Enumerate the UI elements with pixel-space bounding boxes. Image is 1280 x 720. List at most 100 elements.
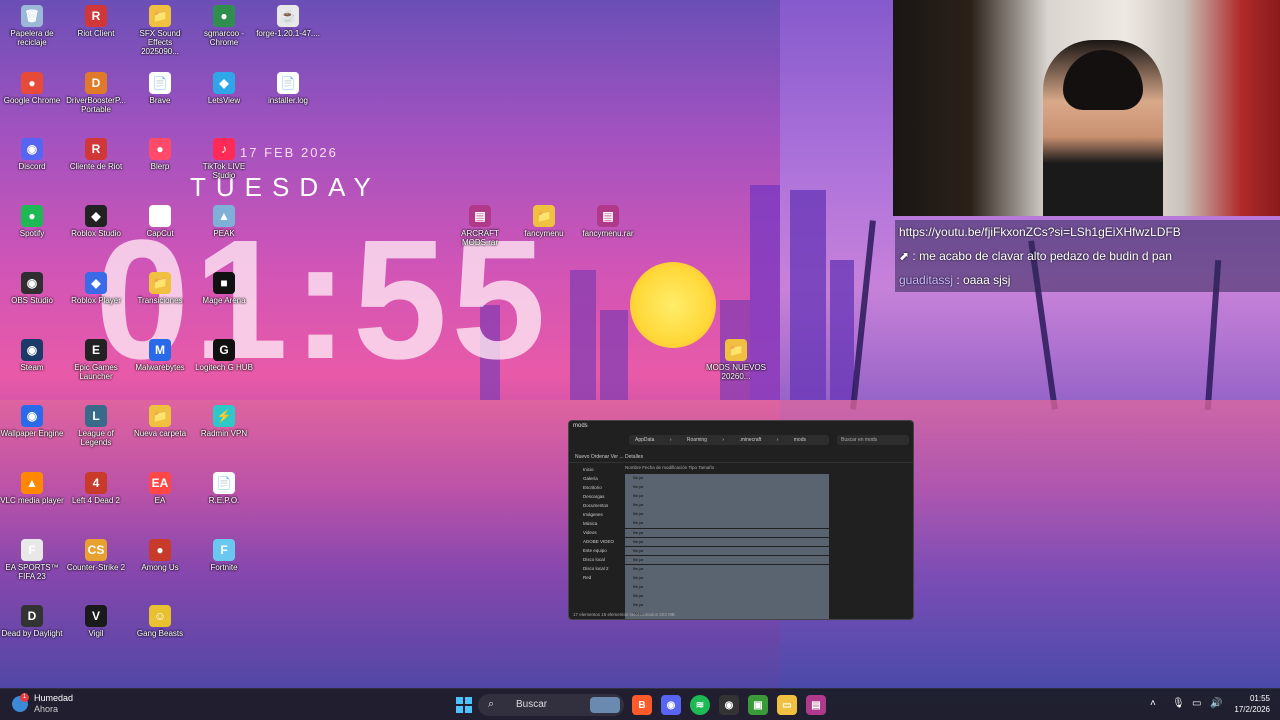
desktop-icon[interactable]: ☺ Gang Beasts <box>128 605 192 638</box>
desktop-icon[interactable]: ● Among Us <box>128 538 192 572</box>
brave-icon[interactable]: B <box>632 695 652 715</box>
nav-item[interactable]: Documentos <box>573 501 621 510</box>
file-row[interactable]: file.jar <box>625 510 829 519</box>
desktop-icon[interactable]: ◆ Roblox Player <box>64 271 128 305</box>
file-row[interactable]: file.jar <box>625 492 829 501</box>
file-row[interactable]: file.jar <box>625 592 829 601</box>
desktop-icon[interactable]: ☕ forge-1.20.1-47.... <box>256 5 320 38</box>
desktop-icon[interactable]: E Epic Games Launcher <box>64 338 128 381</box>
desktop-icon[interactable]: 📄 Brave <box>128 71 192 105</box>
app-icon: ▲ <box>213 205 235 228</box>
desktop-icon[interactable]: ▤ fancymenu.rar <box>576 205 640 238</box>
file-explorer-taskbar-icon[interactable]: ▭ <box>777 695 797 715</box>
chevron-up-icon[interactable]: ˄ <box>1150 698 1156 709</box>
desktop-icon[interactable]: 📄 R.E.P.O. <box>192 471 256 505</box>
nav-item[interactable]: Descargas <box>573 492 621 501</box>
desktop-icon[interactable]: V Vigil <box>64 605 128 638</box>
desktop-icon[interactable]: D DriverBoosterP... Portable <box>64 71 128 114</box>
desktop-icon[interactable]: F EA SPORTS™ FIFA 23 <box>0 538 64 581</box>
start-button[interactable] <box>454 695 474 715</box>
spotify-taskbar-icon[interactable]: ≋ <box>690 695 710 715</box>
file-row[interactable]: file.jar <box>625 601 829 610</box>
weather-widget[interactable]: 1 Humedad Ahora <box>12 693 73 715</box>
desktop-icon[interactable]: 4 Left 4 Dead 2 <box>64 471 128 505</box>
desktop-icon[interactable]: 📄 installer.log <box>256 71 320 105</box>
minecraft-taskbar-icon[interactable]: ▣ <box>748 695 768 715</box>
obs-taskbar-icon[interactable]: ◉ <box>719 695 739 715</box>
search-input[interactable]: Buscar en mods <box>837 435 909 445</box>
desktop-icon[interactable]: R Riot Client <box>64 5 128 38</box>
system-clock[interactable]: 01:55 17/2/2026 <box>1234 693 1270 715</box>
taskbar-search[interactable]: ⌕ Buscar <box>478 694 624 716</box>
navigation-pane[interactable]: Inicio Galería Escritorio Descargas Document… <box>573 465 621 611</box>
nav-item[interactable]: Música <box>573 519 621 528</box>
desktop-icon[interactable]: ◆ Roblox Studio <box>64 205 128 238</box>
desktop-icon[interactable]: ▲ VLC media player <box>0 471 64 505</box>
taskbar-search-label: Buscar <box>516 699 548 710</box>
column-headers[interactable]: Nombre Fecha de modificación Tipo Tamaño <box>625 465 825 473</box>
nav-item[interactable]: Videos <box>573 528 621 537</box>
file-row[interactable]: file.jar <box>625 537 829 547</box>
desktop-icon[interactable]: 📁 Nueva carpeta <box>128 405 192 438</box>
desktop-icon[interactable]: 📁 fancymenu <box>512 205 576 238</box>
desktop-icon[interactable]: ◉ Discord <box>0 138 64 171</box>
nav-item[interactable]: Disco local <box>573 555 621 564</box>
file-row[interactable]: file.jar <box>625 546 829 556</box>
nav-item[interactable]: Escritorio <box>573 483 621 492</box>
winrar-taskbar-icon[interactable]: ▤ <box>806 695 826 715</box>
address-bar[interactable]: AppData › Roaming › .minecraft › mods <box>629 435 829 445</box>
desktop-icon[interactable]: ♪ TikTok LIVE Studio <box>192 138 256 180</box>
desktop-icon[interactable]: CS Counter-Strike 2 <box>64 538 128 572</box>
desktop-icon[interactable]: 🗑 Papelera de reciclaje <box>0 5 64 47</box>
volume-icon[interactable]: 🔊 <box>1210 698 1222 709</box>
file-row[interactable]: file.jar <box>625 483 829 492</box>
file-row[interactable]: file.jar <box>625 501 829 510</box>
desktop-icon[interactable]: ▤ ARCRAFT MODS.rar <box>448 205 512 247</box>
network-icon[interactable]: ▭ <box>1192 698 1201 709</box>
nav-item[interactable]: Este equipo <box>573 546 621 555</box>
microphone-icon[interactable]: 🎙 <box>1172 698 1185 709</box>
desktop-icon[interactable]: ◉ OBS Studio <box>0 271 64 305</box>
desktop-icon[interactable]: G Logitech G HUB <box>192 338 256 372</box>
nav-item[interactable]: ADOBE VIDEO <box>573 537 621 546</box>
desktop-icon[interactable]: ● sgmarcoo - Chrome <box>192 5 256 47</box>
file-row[interactable]: file.jar <box>625 519 829 529</box>
desktop-icon[interactable]: M Malwarebytes <box>128 338 192 372</box>
file-row[interactable]: file.jar <box>625 574 829 583</box>
nav-item[interactable]: Galería <box>573 474 621 483</box>
desktop-icon[interactable]: ✂ CapCut <box>128 205 192 238</box>
file-list[interactable]: file.jar file.jar file.jar file.jar file.jar… <box>625 474 829 619</box>
desktop-icon[interactable]: ▲ PEAK <box>192 205 256 238</box>
nav-item[interactable]: Imágenes <box>573 510 621 519</box>
file-row[interactable]: file.jar <box>625 583 829 592</box>
desktop-icon[interactable]: F Fortnite <box>192 538 256 572</box>
desktop-icon[interactable]: ● Spotify <box>0 205 64 238</box>
desktop-icon[interactable]: ● Google Chrome <box>0 71 64 105</box>
nav-item[interactable]: Disco local 2 <box>573 564 621 573</box>
chat-text-1: : me acabo de clavar alto pedazo de budi… <box>912 249 1172 263</box>
desktop-icon[interactable]: ◉ Wallpaper Engine <box>0 405 64 438</box>
desktop-icon[interactable]: 📁 Transiciones <box>128 271 192 305</box>
desktop-icon[interactable]: ◉ Steam <box>0 338 64 372</box>
file-row[interactable]: file.jar <box>625 555 829 565</box>
desktop-icon[interactable]: ◆ LetsView <box>192 71 256 105</box>
file-row[interactable]: file.jar <box>625 474 829 483</box>
nav-item[interactable]: Red <box>573 573 621 582</box>
window-tab-title[interactable]: mods <box>573 423 588 429</box>
desktop-icon[interactable]: R Cliente de Riot <box>64 138 128 171</box>
desktop-icon[interactable]: EA EA <box>128 471 192 505</box>
file-row[interactable]: file.jar <box>625 528 829 538</box>
desktop-icon-label: PEAK <box>213 229 235 239</box>
desktop-icon[interactable]: ● Blerp <box>128 138 192 171</box>
desktop-icon[interactable]: 📁 SFX Sound Effects 2025090... <box>128 5 192 56</box>
file-row[interactable]: file.jar <box>625 564 829 574</box>
desktop-icon[interactable]: L League of Legends <box>64 405 128 447</box>
desktop-icon[interactable]: ⚡ Radmin VPN <box>192 405 256 438</box>
desktop-icon[interactable]: D Dead by Daylight <box>0 605 64 638</box>
discord-taskbar-icon[interactable]: ◉ <box>661 695 681 715</box>
command-bar[interactable]: Nuevo Ordenar Ver ... Detalles <box>569 451 913 463</box>
desktop-icon[interactable]: ■ Mage Arena <box>192 271 256 305</box>
desktop-icon[interactable]: 📁 MODS NUEVOS 20260... <box>704 338 768 381</box>
file-explorer-window[interactable]: mods AppData › Roaming › .minecraft › mo… <box>568 420 914 620</box>
nav-item[interactable]: Inicio <box>573 465 621 474</box>
